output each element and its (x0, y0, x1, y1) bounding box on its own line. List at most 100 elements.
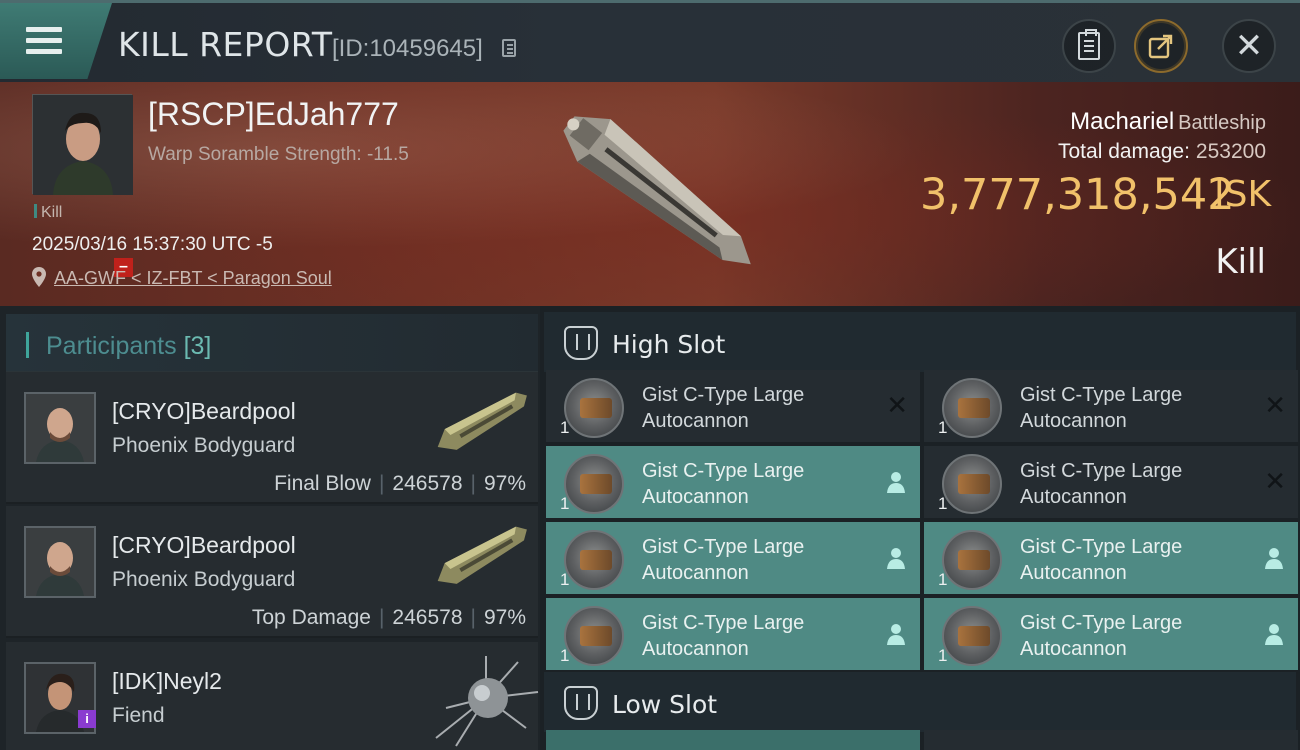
participant-damage: 246578 (392, 472, 463, 495)
menu-icon (26, 27, 62, 60)
participant-row[interactable]: [CRYO]Beardpool Phoenix Bodyguard Top Da… (6, 506, 538, 638)
warp-scramble-strength: Warp Soramble Strength: -11.5 (148, 144, 409, 165)
victim-portrait[interactable] (32, 94, 133, 195)
high-slot-header: High Slot (544, 312, 1296, 372)
isk-unit: ISK (1214, 174, 1272, 215)
participant-name[interactable]: [CRYO]Beardpool (112, 532, 296, 559)
destroyed-icon: ✕ (1264, 390, 1286, 420)
autocannon-icon (942, 378, 1002, 438)
kill-tag: Kill (34, 204, 62, 222)
module-name-line1: Gist C-Type Large (642, 460, 805, 482)
avatar[interactable] (24, 526, 96, 598)
participant-portrait (26, 528, 94, 596)
module-name-line2: Autocannon (642, 562, 749, 584)
module-name: Gist C-Type Large Autocannon (642, 458, 872, 510)
dropped-person-icon (887, 548, 905, 569)
module-name: Gist C-Type Large Autocannon (1020, 382, 1250, 434)
module-quantity: 1 (938, 646, 948, 665)
low-slot-header: Low Slot (544, 672, 1296, 732)
autocannon-icon (942, 454, 1002, 514)
isk-value: 3,777,318,542 (920, 170, 1235, 220)
share-icon (1148, 34, 1173, 59)
module-name: Gist C-Type Large Autocannon (642, 534, 872, 586)
destroyed-icon: ✕ (1264, 466, 1286, 496)
destroyed-icon: ✕ (886, 390, 908, 420)
copy-icon[interactable] (502, 39, 516, 57)
clipboard-button[interactable] (1062, 19, 1116, 73)
participant-role: Top Damage (251, 606, 371, 629)
module-name-line2: Autocannon (1020, 562, 1127, 584)
participant-ship-image (437, 526, 527, 584)
module-item[interactable]: 1 Gist C-Type Large Autocannon ✕ (924, 370, 1298, 444)
kill-location-link[interactable]: AA-GWF < IZ-FBT < Paragon Soul (54, 268, 332, 289)
participants-count: [3] (183, 332, 212, 360)
module-name-line1: Gist C-Type Large (642, 384, 805, 406)
dropped-person-icon (1265, 624, 1283, 645)
module-name-line2: Autocannon (642, 410, 749, 432)
participants-title: Participants [3] (46, 332, 211, 361)
share-button[interactable] (1134, 19, 1188, 73)
module-item-partial[interactable] (924, 730, 1298, 750)
victim-ship-type: Machariel Battleship (1070, 108, 1266, 136)
module-item[interactable]: 1 Gist C-Type Large Autocannon (924, 598, 1298, 672)
module-item[interactable]: 1 Gist C-Type Large Autocannon (546, 522, 920, 596)
top-bar: KILL REPORT [ID:10459645] ✕ (0, 0, 1300, 82)
avatar[interactable] (24, 392, 96, 464)
fitting-panel: High Slot 1 Gist C-Type Large Autocannon … (540, 306, 1300, 750)
participant-name[interactable]: [CRYO]Beardpool (112, 398, 296, 425)
module-name-line1: Gist C-Type Large (1020, 384, 1183, 406)
result-label: Kill (1215, 242, 1266, 282)
participant-portrait (26, 394, 94, 462)
module-item[interactable]: 1 Gist C-Type Large Autocannon ✕ (924, 446, 1298, 520)
module-name-line1: Gist C-Type Large (642, 612, 805, 634)
module-name-line1: Gist C-Type Large (1020, 536, 1183, 558)
high-slot-icon (564, 326, 598, 360)
total-damage-value: 253200 (1195, 140, 1266, 163)
module-item[interactable]: 1 Gist C-Type Large Autocannon ✕ (546, 370, 920, 444)
module-quantity: 1 (560, 570, 570, 589)
participants-label: Participants (46, 332, 177, 360)
low-slot-icon (564, 686, 598, 720)
module-quantity: 1 (560, 494, 570, 513)
module-quantity: 1 (938, 418, 948, 437)
participants-header[interactable]: Participants [3] (6, 314, 538, 372)
module-item[interactable]: 1 Gist C-Type Large Autocannon (924, 522, 1298, 596)
participant-damage: 246578 (392, 606, 463, 629)
autocannon-icon (564, 606, 624, 666)
total-damage-label: Total damage: (1058, 140, 1190, 163)
module-item[interactable]: 1 Gist C-Type Large Autocannon (546, 598, 920, 672)
autocannon-icon (564, 454, 624, 514)
close-button[interactable]: ✕ (1222, 19, 1276, 73)
participant-row[interactable]: [CRYO]Beardpool Phoenix Bodyguard Final … (6, 372, 538, 504)
module-quantity: 1 (560, 418, 570, 437)
autocannon-icon (564, 378, 624, 438)
autocannon-icon (564, 530, 624, 590)
victim-name[interactable]: [RSCP]EdJah777 (148, 96, 399, 133)
info-badge: i (78, 710, 96, 728)
close-icon: ✕ (1234, 26, 1264, 66)
ship-name: Machariel (1070, 108, 1175, 135)
participant-percent: 97% (483, 606, 526, 629)
participant-row[interactable]: i [IDK]Neyl2 Fiend (6, 642, 539, 750)
ship-class: Battleship (1178, 112, 1266, 134)
high-slot-title: High Slot (612, 330, 726, 359)
dropped-person-icon (887, 472, 905, 493)
autocannon-icon (942, 530, 1002, 590)
module-quantity: 1 (938, 570, 948, 589)
module-name-line2: Autocannon (1020, 638, 1127, 660)
module-name: Gist C-Type Large Autocannon (1020, 610, 1250, 662)
module-name-line1: Gist C-Type Large (1020, 460, 1183, 482)
module-name-line1: Gist C-Type Large (1020, 612, 1183, 634)
participant-ship: Fiend (112, 704, 165, 727)
participant-name[interactable]: [IDK]Neyl2 (112, 668, 222, 695)
module-item[interactable]: 1 Gist C-Type Large Autocannon (546, 446, 920, 520)
module-item-partial[interactable] (546, 730, 920, 750)
participant-ship: Phoenix Bodyguard (112, 568, 296, 591)
victim-ship-image[interactable] (535, 92, 780, 297)
autocannon-icon (942, 606, 1002, 666)
module-quantity: 1 (938, 494, 948, 513)
location-pin-icon (32, 267, 46, 287)
menu-button[interactable] (0, 3, 112, 79)
kill-datetime: 2025/03/16 15:37:30 UTC -5 (32, 234, 273, 255)
dropped-person-icon (887, 624, 905, 645)
